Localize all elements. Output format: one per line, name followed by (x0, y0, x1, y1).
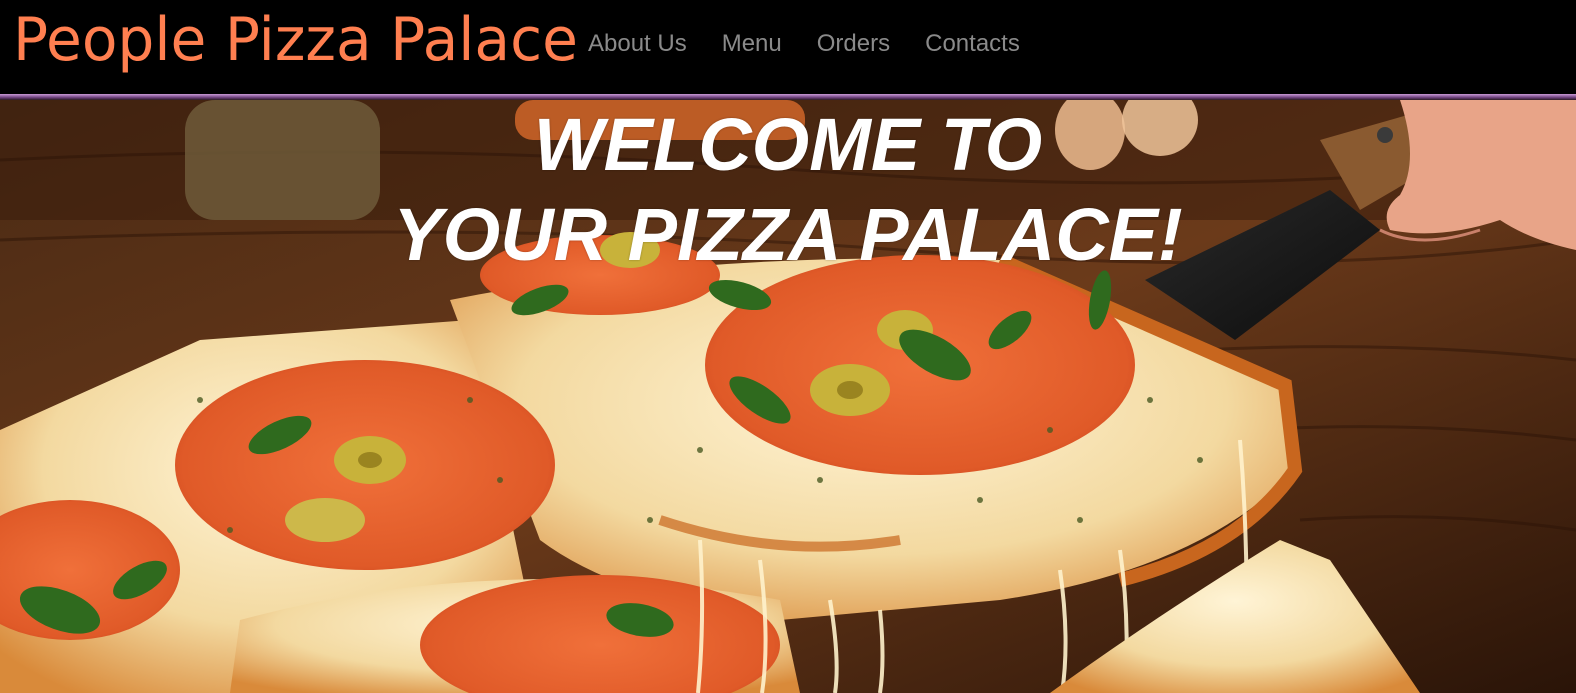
nav-link-contacts[interactable]: Contacts (925, 28, 1020, 60)
hero-title-line1: WELCOME TO (533, 103, 1043, 186)
hero-title: WELCOME TO YOUR PIZZA PALACE! (0, 100, 1576, 280)
nav-link-menu[interactable]: Menu (722, 28, 782, 60)
brand-logo-text[interactable]: People Pizza Palace (13, 0, 578, 80)
top-navbar: People Pizza Palace About Us Menu Orders… (0, 0, 1576, 95)
nav-link-about-us[interactable]: About Us (588, 28, 687, 60)
nav-links: About Us Menu Orders Contacts (588, 28, 1055, 60)
hero-title-line2: YOUR PIZZA PALACE! (393, 193, 1183, 276)
nav-link-orders[interactable]: Orders (817, 28, 890, 60)
